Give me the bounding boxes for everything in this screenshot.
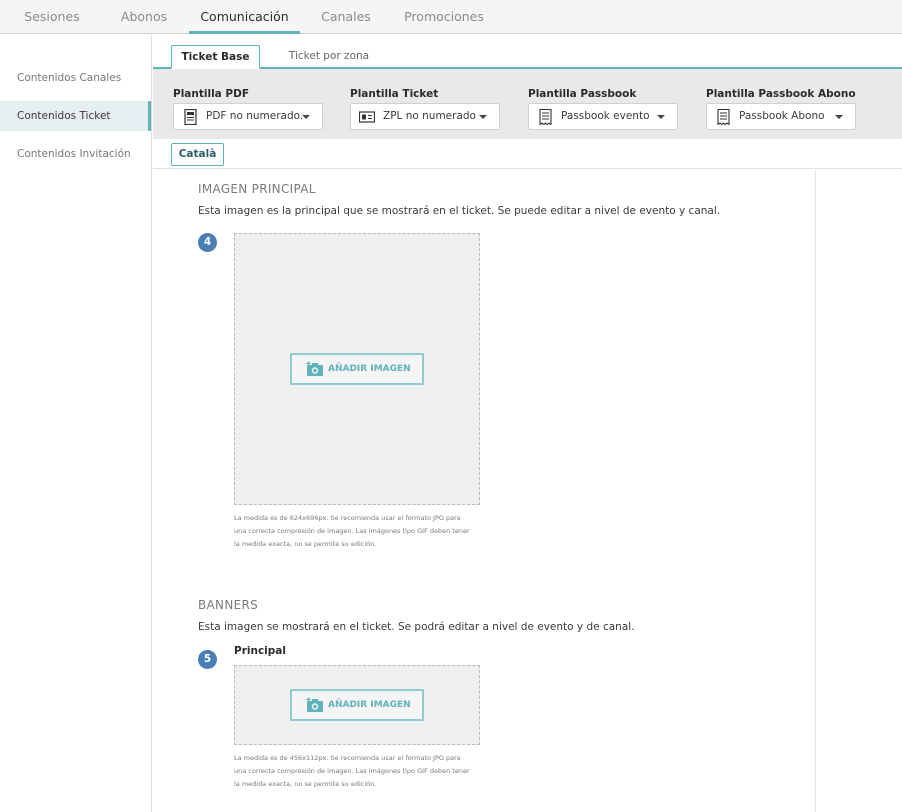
template-passbook-value: Passbook evento <box>561 110 650 122</box>
main-image-hint: La medida es de 624x696px. Se recomienda… <box>234 512 494 551</box>
template-passbook: Plantilla Passbook Passbook evento <box>528 87 680 130</box>
template-passbook-abono-label: Plantilla Passbook Abono <box>706 88 856 100</box>
main-image-title: IMAGEN PRINCIPAL <box>198 182 316 196</box>
tab-abonos[interactable]: Abonos <box>104 0 184 34</box>
chevron-down-icon <box>657 115 665 119</box>
template-passbook-abono-select[interactable]: Passbook Abono <box>706 103 856 130</box>
tab-canales[interactable]: Canales <box>300 0 392 34</box>
language-button-catala[interactable]: Català <box>171 143 224 166</box>
language-bar: Català <box>153 139 902 169</box>
template-passbook-abono: Plantilla Passbook Abono Passbook Abono <box>706 87 858 130</box>
banner-principal-label: Principal <box>234 645 286 657</box>
sidebar-item-contenidos-ticket[interactable]: Contenidos Ticket <box>0 101 151 131</box>
passbook-icon <box>717 109 730 125</box>
ticket-printer-icon <box>359 111 375 123</box>
template-ticket-label: Plantilla Ticket <box>350 88 439 100</box>
add-banner-image-button[interactable]: AÑADIR IMAGEN <box>290 689 424 721</box>
sidebar-item-contenidos-canales[interactable]: Contenidos Canales <box>0 63 151 93</box>
sub-tabs: Ticket Base Ticket por zona <box>153 35 902 69</box>
template-passbook-select[interactable]: Passbook evento <box>528 103 678 130</box>
content-panel: IMAGEN PRINCIPAL Esta imagen es la princ… <box>153 170 816 812</box>
templates-bar: Plantilla PDF PDF no numerado. Plantilla… <box>153 69 902 139</box>
banner-principal-dropzone[interactable]: AÑADIR IMAGEN <box>234 665 480 745</box>
chevron-down-icon <box>835 115 843 119</box>
tab-ticket-base[interactable]: Ticket Base <box>171 45 260 69</box>
main-image-hint-line: una correcta compresión de imagen. Las i… <box>234 527 470 535</box>
add-banner-image-label: AÑADIR IMAGEN <box>328 700 411 710</box>
passbook-icon <box>539 109 552 125</box>
step-badge: 4 <box>198 233 217 252</box>
main-image-hint-line: la medida exacta, no se permite su edici… <box>234 540 377 548</box>
add-main-image-button[interactable]: AÑADIR IMAGEN <box>290 353 424 385</box>
template-ticket-value: ZPL no numerado <box>383 110 476 122</box>
document-icon <box>184 109 197 125</box>
tab-promociones[interactable]: Promociones <box>392 0 496 34</box>
main-image-dropzone[interactable]: AÑADIR IMAGEN <box>234 233 480 505</box>
chevron-down-icon <box>479 115 487 119</box>
step-badge: 5 <box>198 650 217 669</box>
main-image-hint-line: La medida es de 624x696px. Se recomienda… <box>234 514 461 522</box>
template-pdf: Plantilla PDF PDF no numerado. <box>173 87 325 130</box>
template-passbook-label: Plantilla Passbook <box>528 88 637 100</box>
tab-comunicacion[interactable]: Comunicación <box>189 0 300 34</box>
template-ticket: Plantilla Ticket ZPL no numerado <box>350 87 502 130</box>
add-main-image-label: AÑADIR IMAGEN <box>328 364 411 374</box>
top-nav: Sesiones Abonos Comunicación Canales Pro… <box>0 0 902 34</box>
sidebar: Contenidos Canales Contenidos Ticket Con… <box>0 35 152 812</box>
tab-sesiones[interactable]: Sesiones <box>0 0 104 34</box>
tab-ticket-por-zona[interactable]: Ticket por zona <box>277 45 381 69</box>
template-pdf-label: Plantilla PDF <box>173 88 249 100</box>
banner-hint-line: La medida es de 456x112px. Se recomienda… <box>234 754 461 762</box>
camera-plus-icon <box>306 361 323 376</box>
sidebar-item-contenidos-invitacion[interactable]: Contenidos Invitación <box>0 139 151 169</box>
template-pdf-value: PDF no numerado. <box>206 110 304 122</box>
banner-hint: La medida es de 456x112px. Se recomienda… <box>234 752 494 791</box>
banners-title: BANNERS <box>198 598 259 612</box>
banner-hint-line: la medida exacta, no se permite su edici… <box>234 780 377 788</box>
camera-plus-icon <box>306 697 323 712</box>
template-passbook-abono-value: Passbook Abono <box>739 110 825 122</box>
banner-hint-line: una correcta compresión de imagen. Las i… <box>234 767 470 775</box>
main-image-description: Esta imagen es la principal que se mostr… <box>198 205 721 217</box>
template-ticket-select[interactable]: ZPL no numerado <box>350 103 500 130</box>
banners-description: Esta imagen se mostrará en el ticket. Se… <box>198 621 635 633</box>
chevron-down-icon <box>302 115 310 119</box>
template-pdf-select[interactable]: PDF no numerado. <box>173 103 323 130</box>
